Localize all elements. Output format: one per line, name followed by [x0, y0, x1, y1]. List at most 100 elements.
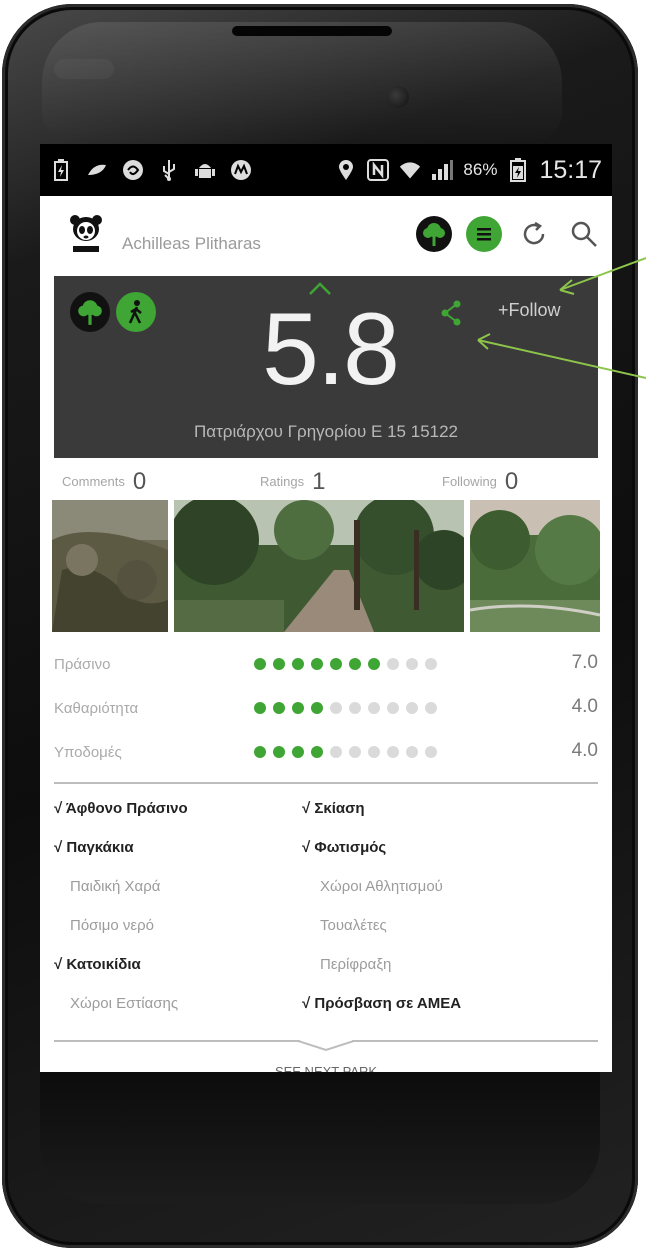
android-icon [194, 159, 216, 181]
photo-strip [40, 500, 612, 632]
rating-dots[interactable] [254, 702, 437, 714]
chevron-down-icon[interactable] [297, 1038, 355, 1057]
see-next-park-label[interactable]: SEE NEXT PARK [40, 1064, 612, 1072]
rating-dot-empty[interactable] [406, 658, 418, 670]
rating-dot-empty[interactable] [425, 702, 437, 714]
park-photo[interactable] [470, 500, 600, 632]
user-name[interactable]: Achilleas Plitharas [122, 234, 261, 254]
rating-dot-empty[interactable] [425, 746, 437, 758]
rating-dot-filled[interactable] [254, 702, 266, 714]
rating-dot-filled[interactable] [368, 658, 380, 670]
tree-icon[interactable] [70, 292, 110, 332]
divider [352, 1040, 598, 1042]
counter-value: 0 [132, 468, 147, 495]
rating-dot-empty[interactable] [387, 746, 399, 758]
battery-percent: 86% [463, 160, 498, 179]
score-panel: 5.8 +Follow Πατριάρχου Γρηγορίου Ε 15 15… [54, 276, 598, 458]
counter-comments[interactable]: Comments 0 [62, 468, 146, 496]
rating-dot-empty[interactable] [330, 746, 342, 758]
walk-icon[interactable] [116, 292, 156, 332]
park-address: Πατριάρχου Γρηγορίου Ε 15 15122 [193, 422, 459, 441]
counter-label: Ratings [260, 474, 305, 489]
rating-dot-filled[interactable] [273, 658, 285, 670]
refresh-icon[interactable] [516, 216, 552, 252]
phone-speaker [232, 26, 392, 36]
park-photo[interactable] [52, 500, 168, 632]
rating-dot-filled[interactable] [292, 658, 304, 670]
ratings: Πράσινο 7.0 Καθαριότητα 4.0 Υποδομές 4.0 [40, 642, 612, 774]
follow-button[interactable]: +Follow [498, 300, 561, 321]
wwf-panda-logo[interactable] [66, 214, 106, 254]
feature-item: √ Άφθονο Πράσινο [54, 800, 188, 817]
feature-item: Χώροι Αθλητισμού [320, 878, 443, 895]
rating-row-green: Πράσινο 7.0 [54, 642, 602, 686]
rating-label: Πράσινο [54, 656, 111, 673]
rating-dots[interactable] [254, 658, 437, 670]
phone-bottom-bezel [40, 1064, 600, 1204]
see-next-park[interactable]: SEE NEXT PARK [40, 1030, 612, 1072]
motorola-icon [230, 159, 252, 181]
rating-dot-empty[interactable] [387, 702, 399, 714]
rating-dot-filled[interactable] [254, 746, 266, 758]
rating-value: 4.0 [571, 696, 598, 717]
rating-dot-filled[interactable] [330, 658, 342, 670]
nfc-icon [367, 159, 390, 181]
feature-item: Χώροι Εστίασης [70, 995, 179, 1012]
rating-dot-empty[interactable] [349, 746, 361, 758]
rating-label: Καθαριότητα [54, 700, 139, 717]
rating-dot-empty[interactable] [349, 702, 361, 714]
rating-dot-filled[interactable] [273, 746, 285, 758]
rating-row-cleanliness: Καθαριότητα 4.0 [54, 686, 602, 730]
rating-dots[interactable] [254, 746, 437, 758]
rating-dot-empty[interactable] [330, 702, 342, 714]
share-icon[interactable] [440, 300, 462, 331]
tree-icon[interactable] [416, 216, 452, 252]
feature-row: √ Άφθονο Πράσινο √ Σκίαση [40, 790, 612, 829]
clock: 15:17 [539, 155, 602, 184]
app-header: Achilleas Plitharas [40, 196, 612, 276]
rating-dot-empty[interactable] [406, 746, 418, 758]
rating-dot-filled[interactable] [349, 658, 361, 670]
feature-item: √ Σκίαση [302, 800, 365, 817]
feature-item: Πόσιμο νερό [70, 917, 154, 934]
rating-dot-filled[interactable] [292, 746, 304, 758]
feature-item: Παιδική Χαρά [70, 878, 161, 895]
rating-dot-empty[interactable] [368, 746, 380, 758]
feature-item: √ Πρόσβαση σε ΑΜΕΑ [302, 995, 462, 1012]
counter-label: Comments [62, 474, 125, 489]
rating-dot-empty[interactable] [406, 702, 418, 714]
rating-dot-filled[interactable] [254, 658, 266, 670]
feature-item: Τουαλέτες [320, 917, 387, 934]
feature-row: √ Παγκάκια √ Φωτισμός [40, 829, 612, 868]
phone-frame: 86% 15:17 Achilleas Plitharas 5.8 +Follo… [2, 4, 638, 1248]
rating-dot-filled[interactable] [311, 746, 323, 758]
signal-icon [431, 159, 454, 181]
rating-dot-empty[interactable] [387, 658, 399, 670]
rating-dot-empty[interactable] [368, 702, 380, 714]
swirl-icon [122, 159, 144, 181]
screen: 86% 15:17 Achilleas Plitharas 5.8 +Follo… [40, 144, 612, 1072]
feature-item: Περίφραξη [320, 956, 392, 973]
phone-sensor [54, 59, 114, 79]
status-bar: 86% 15:17 [40, 144, 612, 196]
rating-dot-empty[interactable] [425, 658, 437, 670]
rating-label: Υποδομές [54, 744, 122, 761]
rating-dot-filled[interactable] [292, 702, 304, 714]
rating-dot-filled[interactable] [311, 702, 323, 714]
rating-row-infrastructure: Υποδομές 4.0 [54, 730, 602, 774]
leaf-icon [86, 159, 108, 181]
wifi-icon [399, 159, 421, 181]
feature-row: Πόσιμο νερό Τουαλέτες [40, 907, 612, 946]
counter-following[interactable]: Following 0 [442, 468, 518, 496]
rating-dot-filled[interactable] [273, 702, 285, 714]
counter-label: Following [442, 474, 497, 489]
counter-ratings[interactable]: Ratings 1 [260, 468, 325, 496]
feature-item: √ Παγκάκια [54, 839, 134, 856]
usb-icon [158, 159, 180, 181]
park-photo[interactable] [174, 500, 464, 632]
menu-icon[interactable] [466, 216, 502, 252]
counter-value: 0 [504, 468, 519, 495]
search-icon[interactable] [566, 216, 602, 252]
phone-gloss [42, 22, 562, 142]
rating-dot-filled[interactable] [311, 658, 323, 670]
